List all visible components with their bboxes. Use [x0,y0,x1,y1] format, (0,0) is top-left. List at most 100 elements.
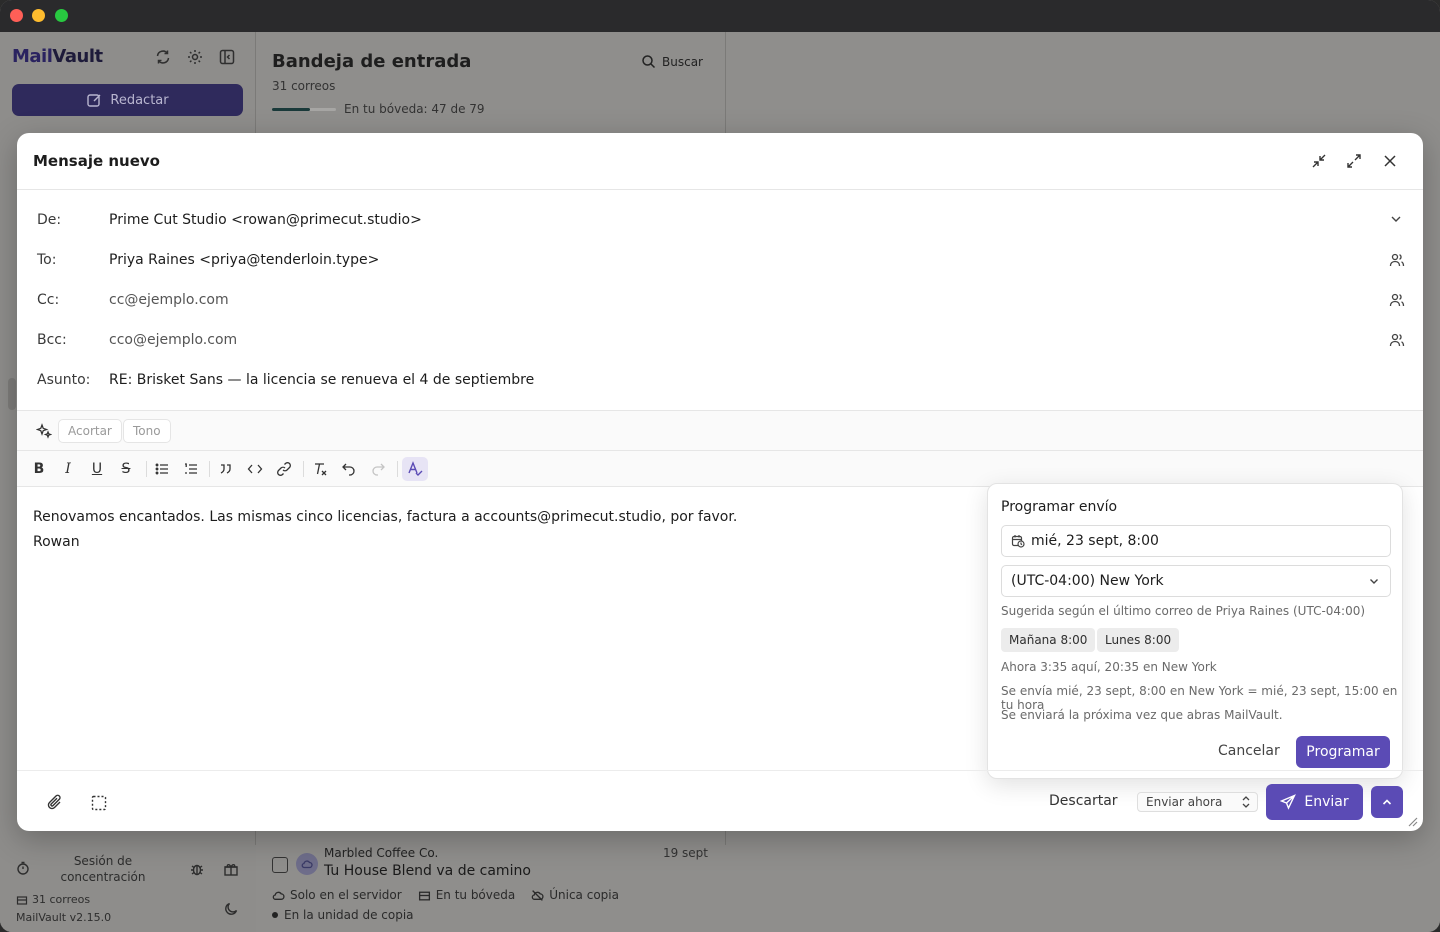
chevron-down-icon[interactable] [1389,212,1405,228]
to-field[interactable]: To: Priya Raines <priya@tenderloin.type> [17,240,1423,280]
schedule-title: Programar envío [1001,499,1118,515]
edit-icon [86,92,102,108]
bcc-input[interactable]: cco@ejemplo.com [109,332,237,348]
discard-button[interactable]: Descartar [1049,793,1118,809]
bold-icon[interactable]: B [28,458,50,480]
code-icon[interactable] [244,458,266,480]
timer-icon[interactable] [16,861,30,875]
app-version: MailVault v2.15.0 [16,911,112,924]
tag-backup: En la unidad de copia [272,908,414,922]
resize-handle-icon[interactable] [1408,817,1418,827]
search-button[interactable]: Buscar [641,54,703,69]
archive-icon [418,889,431,902]
row-sender: Marbled Coffee Co. [324,846,439,860]
compose-dialog: Mensaje nuevo De: Prime Cut Studio <rowa… [17,133,1423,831]
subject-value[interactable]: RE: Brisket Sans — la licencia se renuev… [109,372,534,388]
clear-format-icon[interactable] [309,458,331,480]
minimize-icon[interactable] [1310,152,1328,170]
to-value[interactable]: Priya Raines <priya@tenderloin.type> [109,252,379,268]
compose-title: Mensaje nuevo [33,152,160,170]
contacts-icon[interactable] [1389,332,1405,348]
timezone-suggestion: Sugerida según el último correo de Priya… [1001,604,1366,618]
strikethrough-icon[interactable]: S [115,458,137,480]
chevron-up-icon [1381,796,1393,808]
list-item[interactable]: Marbled Coffee Co. Tu House Blend va de … [256,845,726,932]
vault-progress-bar [272,108,336,111]
row-subject: Tu House Blend va de camino [324,863,531,879]
send-button[interactable]: Enviar [1266,784,1363,820]
send-options-button[interactable] [1371,786,1403,818]
compose-footer: Descartar Enviar ahora Enviar [17,770,1423,831]
schedule-datetime-input[interactable]: mié, 23 sept, 8:00 [1001,525,1391,557]
bullet-list-icon[interactable] [151,458,173,480]
tone-button[interactable]: Tono [123,419,171,443]
sync-icon[interactable] [154,48,172,66]
focus-session-panel: Sesión de concentración 31 correos MailV… [0,845,256,932]
quote-icon[interactable] [215,458,237,480]
screenshot-icon[interactable] [89,793,109,813]
zoom-window-button[interactable] [55,9,68,22]
tag-single-copy: Única copia [531,888,619,902]
app-window: MailVault Redactar Bandeja de entrada 31… [0,0,1440,932]
contacts-icon[interactable] [1389,292,1405,308]
moon-icon[interactable] [224,901,239,916]
collapse-sidebar-icon[interactable] [218,48,236,66]
tag-vault: En tu bóveda [418,888,515,902]
row-date: 19 sept [662,846,708,860]
inbox-title: Bandeja de entrada [272,51,472,72]
numbered-list-icon[interactable] [180,458,202,480]
schedule-cancel-button[interactable]: Cancelar [1218,743,1280,759]
bug-icon[interactable] [189,861,205,877]
sparkle-icon[interactable] [36,423,52,439]
undo-icon[interactable] [338,458,360,480]
underline-icon[interactable]: U [86,458,108,480]
send-mode-select[interactable]: Enviar ahora [1137,792,1258,812]
chevron-down-icon [1368,575,1380,587]
mail-count: 31 correos [16,893,90,906]
schedule-confirm-button[interactable]: Programar [1296,736,1390,768]
subject-field[interactable]: Asunto: RE: Brisket Sans — la licencia s… [17,360,1423,400]
calendar-clock-icon [1011,534,1025,548]
minimize-window-button[interactable] [32,9,45,22]
compose-button[interactable]: Redactar [12,84,243,116]
cloud-icon [296,853,318,875]
gear-icon[interactable] [186,48,204,66]
from-value[interactable]: Prime Cut Studio <rowan@primecut.studio> [109,212,422,228]
cloud-icon [272,889,285,902]
bcc-field[interactable]: Bcc: cco@ejemplo.com [17,320,1423,360]
format-toolbar: B I U S [17,451,1423,487]
tag-server: Solo en el servidor [272,888,402,902]
current-time-note: Ahora 3:35 aquí, 20:35 en New York [1001,660,1217,674]
expand-icon[interactable] [1345,152,1363,170]
close-window-button[interactable] [10,9,23,22]
attach-icon[interactable] [45,793,65,813]
quick-monday-button[interactable]: Lunes 8:00 [1097,628,1180,652]
timezone-select[interactable]: (UTC-04:00) New York [1001,565,1391,597]
cc-field[interactable]: Cc: cc@ejemplo.com [17,280,1423,320]
italic-icon[interactable]: I [57,458,79,480]
contacts-icon[interactable] [1389,252,1405,268]
ai-toolbar: Acortar Tono [17,410,1423,451]
redo-icon[interactable] [367,458,389,480]
close-icon[interactable] [1381,152,1399,170]
send-icon [1280,794,1297,810]
cc-input[interactable]: cc@ejemplo.com [109,292,229,308]
link-icon[interactable] [273,458,295,480]
focus-session-label[interactable]: Sesión de concentración [60,853,146,885]
inbox-count: 31 correos [272,79,336,93]
message-body[interactable]: Renovamos encantados. Las mismas cinco l… [33,505,737,555]
quick-tomorrow-button[interactable]: Mañana 8:00 [1001,628,1096,652]
shorten-button[interactable]: Acortar [58,419,122,443]
row-checkbox[interactable] [272,857,288,873]
spellcheck-icon[interactable] [402,457,428,481]
chevron-updown-icon [1241,795,1251,809]
cloud-off-icon [531,889,544,902]
schedule-popover: Programar envío mié, 23 sept, 8:00 (UTC-… [987,483,1403,779]
sidebar-handle [8,378,16,410]
app-logo: MailVault [12,46,103,67]
from-field[interactable]: De: Prime Cut Studio <rowan@primecut.stu… [17,200,1423,240]
gift-icon[interactable] [223,861,239,877]
dot-icon [272,912,278,918]
archive-icon [16,894,28,906]
offline-note: Se enviará la próxima vez que abras Mail… [1001,708,1283,722]
